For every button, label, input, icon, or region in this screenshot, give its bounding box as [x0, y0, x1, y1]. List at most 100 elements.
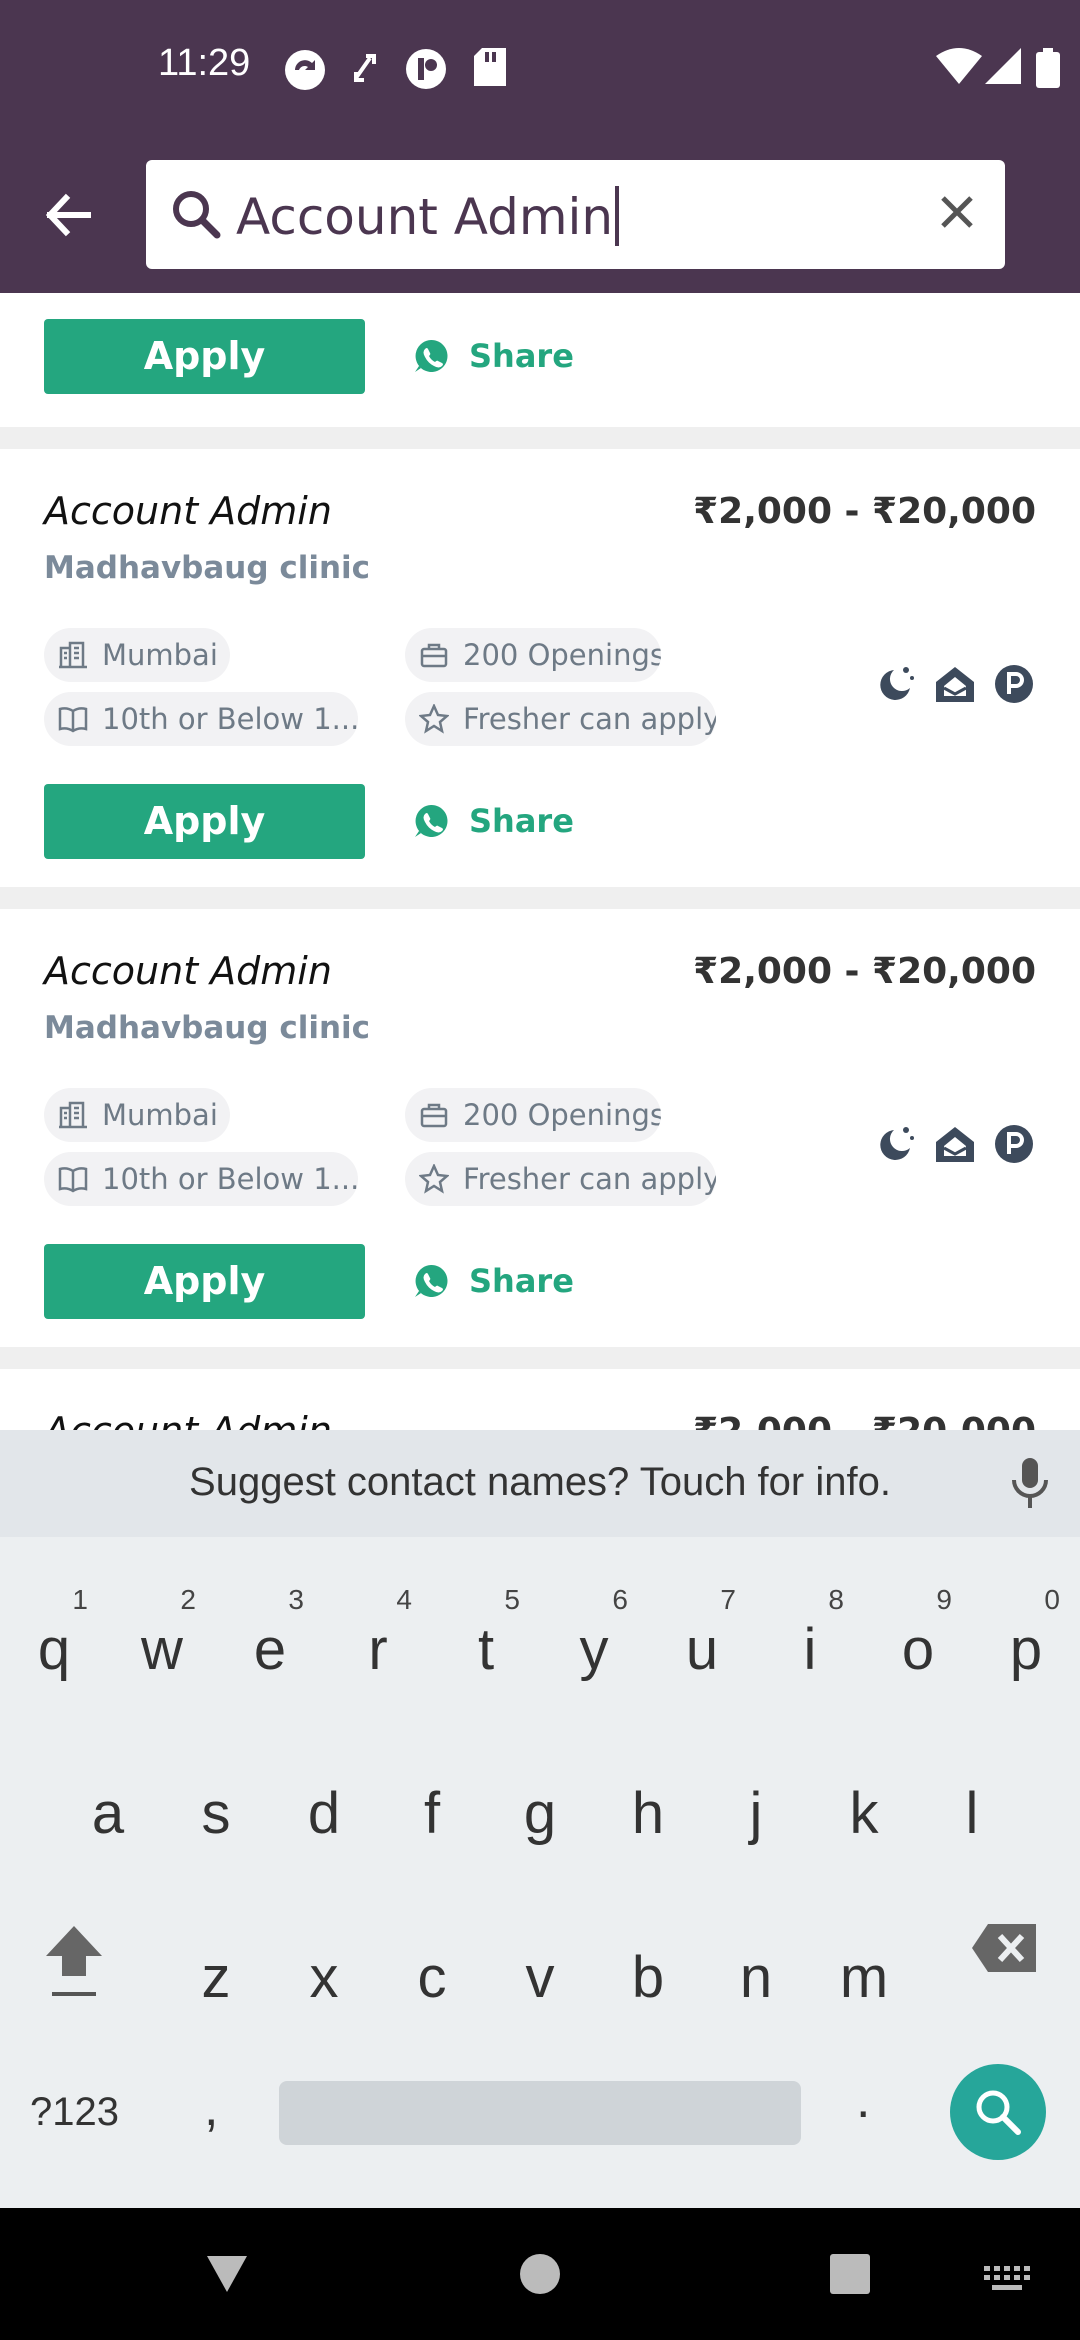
key-i[interactable]: 8i	[756, 1580, 864, 1730]
key-label: o	[901, 1617, 935, 1682]
close-icon[interactable]	[935, 190, 979, 234]
home-icon	[936, 1127, 974, 1162]
symbols-key[interactable]: ?123	[30, 2090, 119, 2135]
key-label: l	[965, 1781, 979, 1846]
space-bar[interactable]	[279, 2081, 801, 2145]
app-notification-icon	[406, 49, 446, 89]
key-j[interactable]: j	[702, 1744, 810, 1894]
key-v[interactable]: v	[486, 1908, 594, 2058]
star-icon	[419, 704, 449, 734]
share-button[interactable]: Share	[413, 331, 574, 381]
comma-key[interactable]: ,	[204, 2078, 218, 2138]
key-c[interactable]: c	[378, 1908, 486, 2058]
share-label: Share	[469, 802, 574, 840]
key-hint: 4	[396, 1584, 412, 1615]
suggestion-bar[interactable]: Suggest contact names? Touch for info.	[0, 1430, 1080, 1537]
key-f[interactable]: f	[378, 1744, 486, 1894]
job-card[interactable]: Account Admin ₹2,000 - ₹20,000 Madhavbau…	[0, 909, 1080, 1347]
apply-button[interactable]: Apply	[44, 1244, 365, 1319]
sd-card-icon	[474, 48, 506, 86]
keyboard-search-button[interactable]	[950, 2064, 1046, 2160]
key-label: p	[1009, 1617, 1043, 1682]
home-icon	[936, 667, 974, 702]
key-label: e	[253, 1617, 287, 1682]
job-list[interactable]: Apply Share Account Admin ₹2,000 - ₹20,0…	[0, 293, 1080, 1430]
key-z[interactable]: z	[162, 1908, 270, 2058]
key-hint: 6	[612, 1584, 628, 1615]
key-d[interactable]: d	[270, 1744, 378, 1894]
key-hint: 5	[504, 1584, 520, 1615]
location-text: Mumbai	[102, 1098, 218, 1132]
apply-button[interactable]: Apply	[44, 319, 365, 394]
share-button[interactable]: Share	[413, 796, 574, 846]
key-q[interactable]: 1q	[0, 1580, 108, 1730]
key-t[interactable]: 5t	[432, 1580, 540, 1730]
shift-icon[interactable]	[42, 1920, 106, 2002]
share-label: Share	[469, 337, 574, 375]
key-m[interactable]: m	[810, 1908, 918, 2058]
suggestion-text[interactable]: Suggest contact names? Touch for info.	[0, 1460, 1080, 1505]
location-chip: Mumbai	[44, 1088, 230, 1142]
key-label: d	[307, 1781, 341, 1846]
nav-home-icon[interactable]	[518, 2252, 562, 2296]
key-b[interactable]: b	[594, 1908, 702, 2058]
book-icon	[58, 1167, 88, 1193]
key-label: f	[423, 1781, 441, 1846]
key-hint: 7	[720, 1584, 736, 1615]
sync-icon	[285, 50, 325, 90]
salary: ₹2,000 - ₹20,000	[693, 491, 1036, 532]
on-screen-keyboard[interactable]: Suggest contact names? Touch for info. 1…	[0, 1430, 1080, 2208]
job-title: Account Admin	[44, 489, 332, 533]
nav-back-icon[interactable]	[203, 2252, 251, 2296]
keyboard-switch-icon[interactable]	[984, 2266, 1030, 2292]
share-button[interactable]: Share	[413, 1256, 574, 1306]
key-e[interactable]: 3e	[216, 1580, 324, 1730]
key-l[interactable]: l	[918, 1744, 1026, 1894]
key-label: x	[309, 1945, 339, 2010]
education-chip: 10th or Below 1...	[44, 1152, 358, 1206]
key-a[interactable]: a	[54, 1744, 162, 1894]
key-label: c	[417, 1945, 447, 2010]
key-g[interactable]: g	[486, 1744, 594, 1894]
job-title: Account Admin	[44, 949, 332, 993]
briefcase-icon	[420, 1103, 448, 1128]
key-label: v	[525, 1945, 555, 2010]
job-card[interactable]: Account Admin ₹2,000 - ₹20,000	[0, 1369, 1080, 1430]
cell-signal-icon	[985, 48, 1021, 84]
apply-button[interactable]: Apply	[44, 784, 365, 859]
key-label: z	[201, 1945, 231, 2010]
period-key[interactable]: .	[856, 2070, 870, 2130]
key-k[interactable]: k	[810, 1744, 918, 1894]
search-query-text[interactable]: Account Admin	[236, 186, 620, 246]
key-x[interactable]: x	[270, 1908, 378, 2058]
experience-text: Fresher can apply	[463, 1162, 716, 1196]
key-s[interactable]: s	[162, 1744, 270, 1894]
book-icon	[58, 707, 88, 733]
status-time: 11:29	[158, 42, 251, 84]
key-label: g	[523, 1781, 557, 1846]
key-o[interactable]: 9o	[864, 1580, 972, 1730]
location-text: Mumbai	[102, 638, 218, 672]
building-icon	[59, 641, 87, 669]
battery-icon	[1036, 48, 1060, 88]
search-icon	[173, 191, 221, 239]
night-shift-icon	[880, 667, 914, 700]
key-p[interactable]: 0p	[972, 1580, 1080, 1730]
education-text: 10th or Below 1...	[102, 1162, 358, 1196]
search-input[interactable]: Account Admin	[146, 160, 1005, 269]
key-label: y	[579, 1617, 609, 1682]
key-h[interactable]: h	[594, 1744, 702, 1894]
key-y[interactable]: 6y	[540, 1580, 648, 1730]
experience-chip: Fresher can apply	[405, 1152, 716, 1206]
mic-icon[interactable]	[1010, 1456, 1050, 1512]
job-card[interactable]: Account Admin ₹2,000 - ₹20,000 Madhavbau…	[0, 449, 1080, 887]
key-r[interactable]: 4r	[324, 1580, 432, 1730]
key-u[interactable]: 7u	[648, 1580, 756, 1730]
nav-recents-icon[interactable]	[828, 2252, 872, 2296]
key-label: b	[631, 1945, 665, 2010]
key-w[interactable]: 2w	[108, 1580, 216, 1730]
key-n[interactable]: n	[702, 1908, 810, 2058]
backspace-icon[interactable]	[970, 1920, 1040, 1976]
share-label: Share	[469, 1262, 574, 1300]
back-arrow-icon[interactable]	[40, 180, 100, 250]
